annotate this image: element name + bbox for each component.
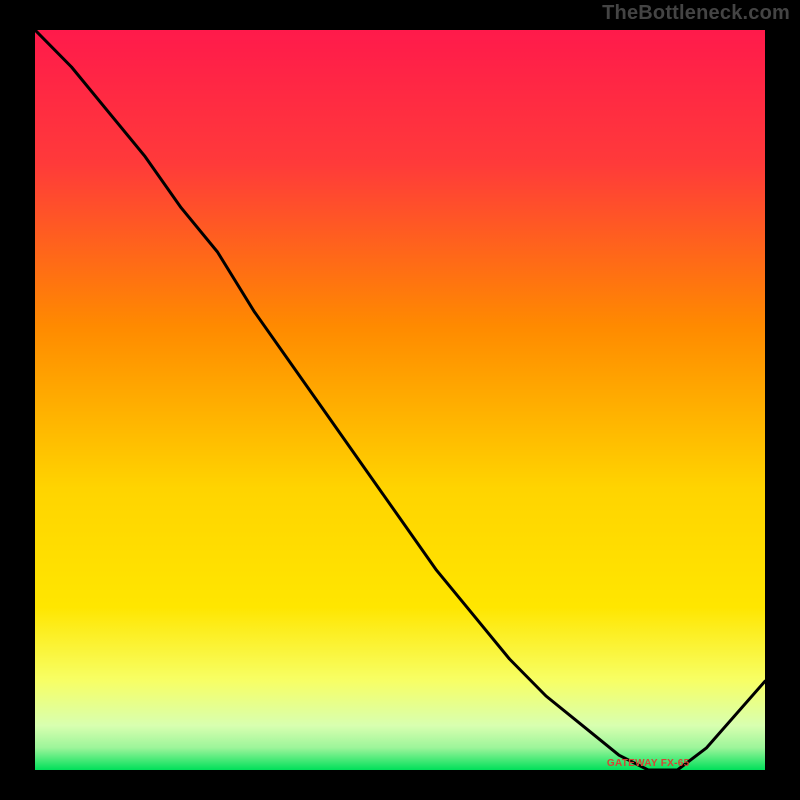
- chart-frame: TheBottleneck.com GATEWAY FX-65: [0, 0, 800, 800]
- annotation-label: GATEWAY FX-65: [607, 758, 690, 769]
- watermark-text: TheBottleneck.com: [602, 2, 790, 25]
- plot-area: GATEWAY FX-65: [35, 30, 765, 770]
- chart-svg: [35, 30, 765, 770]
- gradient-bg: [35, 30, 765, 770]
